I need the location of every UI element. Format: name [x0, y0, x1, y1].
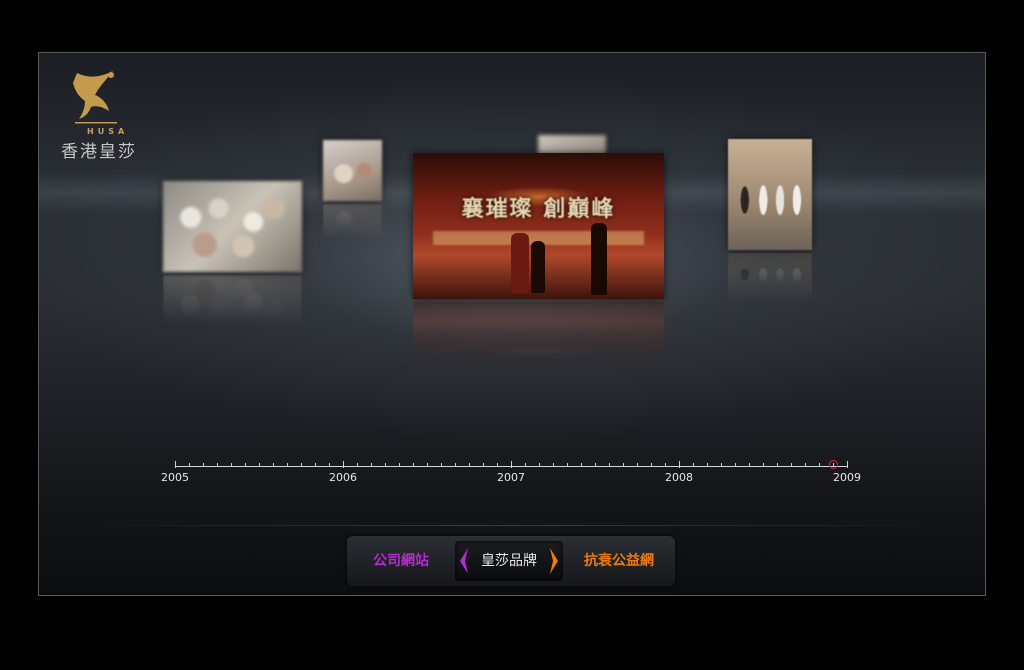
timeline-tick	[329, 463, 330, 467]
timeline-tick	[357, 463, 358, 467]
timeline-tick	[581, 463, 582, 467]
timeline-major-tick	[343, 461, 344, 468]
timeline-year-label[interactable]: 2008	[665, 471, 693, 484]
company-site-link[interactable]: 公司網站	[347, 536, 455, 586]
stage-podium	[531, 241, 545, 293]
photo-crowd[interactable]	[163, 181, 302, 272]
logo-text-cn: 香港皇莎	[61, 142, 137, 162]
photo-meeting[interactable]	[323, 140, 382, 201]
stage-person	[591, 223, 607, 295]
logo-text-en: HUSA	[87, 127, 129, 136]
timeline-tick	[245, 463, 246, 467]
anti-aging-charity-link[interactable]: 抗衰公益網	[563, 536, 675, 586]
timeline-tick	[385, 463, 386, 467]
timeline-tick	[469, 463, 470, 467]
timeline-tick	[301, 463, 302, 467]
timeline-tick	[651, 463, 652, 467]
timeline-year-label[interactable]: 2007	[497, 471, 525, 484]
timeline-tick	[413, 463, 414, 467]
timeline-tick	[203, 463, 204, 467]
timeline-major-tick	[847, 461, 848, 468]
timeline-tick	[217, 463, 218, 467]
timeline-tick	[189, 463, 190, 467]
timeline-tick	[567, 463, 568, 467]
timeline-tick	[231, 463, 232, 467]
timeline-tick	[735, 463, 736, 467]
timeline-tick	[749, 463, 750, 467]
timeline-tick	[777, 463, 778, 467]
year-timeline[interactable]: 2005 2006 2007 2008 2009	[161, 457, 861, 497]
timeline-tick	[609, 463, 610, 467]
timeline-major-tick	[175, 461, 176, 468]
timeline-year-label[interactable]: 2005	[161, 471, 189, 484]
timeline-tick	[721, 463, 722, 467]
photo-stage-event[interactable]: 襄璀璨 創巔峰	[413, 153, 664, 299]
stage-person	[511, 233, 529, 293]
stage-banner-text: 襄璀璨 創巔峰	[461, 196, 616, 222]
photo-stage-event-reflection	[413, 302, 664, 372]
photo-meeting-reflection	[323, 204, 382, 238]
timeline-tick	[707, 463, 708, 467]
divider-line	[69, 525, 955, 526]
arrow-right-icon[interactable]	[548, 547, 560, 575]
photo-group[interactable]	[728, 139, 812, 250]
timeline-tick	[693, 463, 694, 467]
timeline-tick	[763, 463, 764, 467]
main-frame: HUSA 香港皇莎 襄璀璨 創巔峰 2005 2006 2007 2008 2009 公…	[38, 52, 986, 596]
timeline-tick	[791, 463, 792, 467]
timeline-tick	[553, 463, 554, 467]
timeline-tick	[819, 463, 820, 467]
timeline-tick	[637, 463, 638, 467]
timeline-tick	[525, 463, 526, 467]
timeline-tick	[665, 463, 666, 467]
timeline-tick	[399, 463, 400, 467]
timeline-tick	[441, 463, 442, 467]
timeline-major-tick	[679, 461, 680, 468]
timeline-tick	[455, 463, 456, 467]
timeline-tick	[371, 463, 372, 467]
timeline-tick	[539, 463, 540, 467]
timeline-year-label[interactable]: 2009	[833, 471, 861, 484]
timeline-tick	[427, 463, 428, 467]
timeline-tick	[497, 463, 498, 467]
timeline-tick	[315, 463, 316, 467]
photo-crowd-reflection	[163, 275, 302, 325]
timeline-tick	[595, 463, 596, 467]
timeline-tick	[273, 463, 274, 467]
photo-background[interactable]	[538, 135, 606, 155]
bottom-nav: 公司網站 皇莎品牌 抗衰公益網	[347, 536, 675, 586]
brand-label: 皇莎品牌	[481, 553, 537, 569]
husa-logo[interactable]: HUSA 香港皇莎	[49, 65, 149, 162]
timeline-tick	[259, 463, 260, 467]
timeline-tick	[805, 463, 806, 467]
timeline-major-tick	[511, 461, 512, 468]
timeline-tick	[483, 463, 484, 467]
timeline-tick	[623, 463, 624, 467]
leaping-figure-icon	[73, 71, 117, 124]
timeline-tick	[287, 463, 288, 467]
timeline-year-label[interactable]: 2006	[329, 471, 357, 484]
brand-selector: 皇莎品牌	[455, 541, 563, 581]
timeline-position-marker[interactable]	[828, 460, 838, 469]
photo-group-reflection	[728, 253, 812, 301]
